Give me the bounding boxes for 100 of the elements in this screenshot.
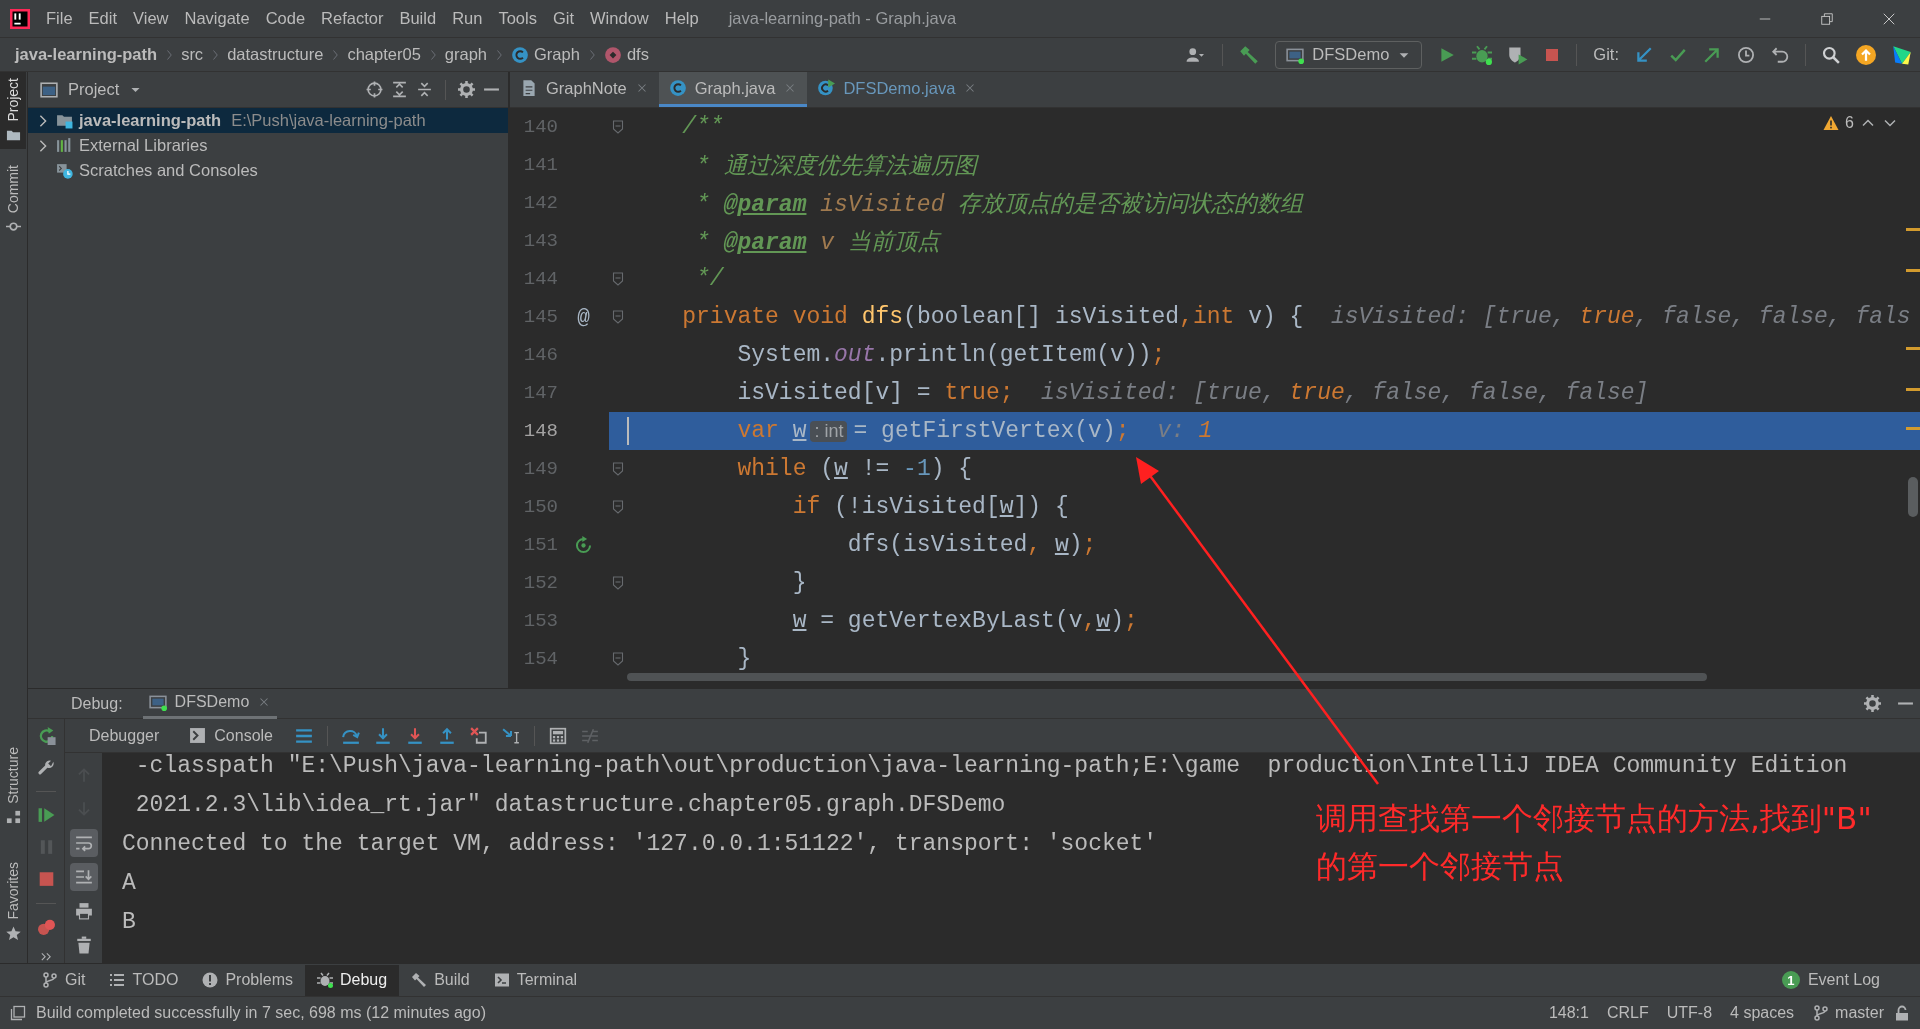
stop-icon[interactable]	[1544, 46, 1561, 63]
fold-marker-icon[interactable]	[610, 461, 626, 477]
tree-item[interactable]: Scratches and Consoles	[28, 158, 508, 183]
panel-title-dropdown[interactable]: Project	[68, 80, 143, 99]
tool-window-tab[interactable]: Project	[0, 72, 26, 149]
session-tab[interactable]: DFSDemo	[142, 688, 278, 719]
notification-count: 1	[1781, 971, 1800, 989]
close-icon[interactable]	[1882, 11, 1896, 26]
menu-item[interactable]: Code	[259, 5, 312, 32]
settings-icon[interactable]	[1864, 695, 1881, 712]
fold-marker-icon[interactable]	[610, 309, 626, 325]
tool-window-tab[interactable]: Terminal	[481, 964, 590, 996]
runnable-class-icon	[817, 79, 836, 97]
menu-item[interactable]: Git	[546, 5, 581, 32]
warning-count[interactable]: 6	[1845, 114, 1854, 132]
breadcrumb[interactable]: datastructure	[227, 43, 324, 66]
print-icon[interactable]	[74, 902, 93, 920]
breadcrumb[interactable]: chapter05	[347, 43, 421, 66]
fold-marker-icon[interactable]	[610, 271, 626, 287]
line-number: 140	[522, 116, 558, 138]
expand-all-icon[interactable]	[391, 81, 408, 98]
calculator-icon[interactable]	[549, 726, 567, 745]
collapse-all-icon[interactable]	[416, 81, 433, 98]
hammer-icon[interactable]	[1239, 44, 1260, 65]
tool-window-tab[interactable]: TODO	[97, 964, 191, 996]
branch-widget[interactable]: master	[1803, 1004, 1894, 1022]
scroll-to-end-button[interactable]	[69, 863, 98, 891]
editor-tab[interactable]: GraphNote	[510, 72, 659, 107]
breadcrumb[interactable]: Graph	[511, 43, 580, 66]
settings-icon[interactable]	[458, 81, 475, 98]
menu-item[interactable]: Run	[446, 5, 489, 32]
horizontal-scrollbar[interactable]	[627, 673, 1707, 681]
fold-marker-icon[interactable]	[610, 119, 626, 135]
menu-item[interactable]: Help	[658, 5, 705, 32]
editor-tab[interactable]: Graph.java	[658, 72, 808, 107]
tool-window-tab[interactable]: Favorites	[0, 856, 26, 947]
tool-window-tab[interactable]: Build	[399, 964, 482, 996]
breadcrumb[interactable]: java-learning-path	[15, 43, 158, 66]
debug-icon[interactable]	[1472, 44, 1493, 65]
menu-item[interactable]: View	[127, 5, 175, 32]
menu-item[interactable]: Tools	[492, 5, 543, 32]
status-item[interactable]: CRLF	[1597, 1004, 1658, 1022]
soft-wrap-icon[interactable]	[74, 834, 93, 852]
status-icon[interactable]	[10, 1005, 26, 1021]
restore-icon[interactable]	[1820, 11, 1834, 26]
lock-icon[interactable]	[1894, 1005, 1910, 1021]
history-clock-icon[interactable]	[1737, 45, 1755, 64]
line-number: 152	[522, 572, 558, 594]
frames-list-icon[interactable]	[295, 726, 313, 745]
force-step-into-icon[interactable]	[406, 726, 424, 745]
breadcrumb[interactable]: graph	[444, 43, 488, 66]
view-tab[interactable]: Debugger	[81, 724, 168, 747]
menu-item[interactable]: Build	[393, 5, 443, 32]
tree-item[interactable]: External Libraries	[28, 133, 508, 158]
step-into-icon[interactable]	[374, 726, 392, 745]
status-item[interactable]: UTF-8	[1657, 1004, 1722, 1022]
gutter-marker[interactable]: @	[577, 305, 590, 329]
soft-wrap-button[interactable]	[69, 829, 98, 857]
drop-frame-icon[interactable]	[470, 726, 488, 745]
menu-item[interactable]: File	[40, 5, 79, 32]
editor-tab[interactable]: DFSDemo.java	[807, 72, 988, 107]
tool-window-tab[interactable]: Debug	[304, 964, 400, 996]
rollback-icon[interactable]	[1771, 45, 1789, 64]
menu-item[interactable]: Window	[584, 5, 655, 32]
tool-window-tab[interactable]: Problems	[190, 964, 305, 996]
run-to-cursor-icon[interactable]	[502, 726, 520, 745]
status-item[interactable]: 4 spaces	[1721, 1004, 1804, 1022]
event-log-button[interactable]: Event Log	[1807, 971, 1880, 989]
fold-marker-icon[interactable]	[610, 651, 626, 667]
menu-item[interactable]: Edit	[82, 5, 124, 32]
breadcrumb[interactable]: dfs	[603, 43, 649, 66]
trace-icon[interactable]	[581, 726, 599, 745]
search-icon[interactable]	[1822, 45, 1840, 64]
update-badge-icon[interactable]	[1856, 44, 1876, 65]
breadcrumb[interactable]: src	[181, 43, 204, 66]
resume-icon[interactable]	[36, 806, 56, 825]
trash-icon[interactable]	[74, 936, 93, 954]
scroll-to-end-icon[interactable]	[74, 868, 93, 886]
run-configuration-dropdown[interactable]: DFSDemo	[1275, 40, 1423, 69]
fold-marker-icon[interactable]	[610, 499, 626, 515]
scroll-thumb[interactable]	[1908, 477, 1918, 517]
view-tab[interactable]: Console	[181, 724, 281, 747]
tree-item[interactable]: java-learning-path E:\Push\java-learning-path	[28, 108, 508, 133]
code-line: /**	[682, 114, 724, 140]
recursive-call-icon[interactable]	[574, 535, 593, 555]
locate-icon[interactable]	[366, 81, 383, 98]
menu-item[interactable]: Navigate	[178, 5, 256, 32]
app-logo-icon[interactable]	[10, 8, 30, 29]
tool-window-tab[interactable]: Commit	[0, 158, 26, 240]
tool-window-tab[interactable]: Structure	[0, 740, 26, 831]
tool-window-tab[interactable]: Git	[30, 964, 98, 996]
update-arrow-icon[interactable]	[1635, 45, 1653, 64]
menu-item[interactable]: Refactor	[315, 5, 390, 32]
status-item[interactable]: 148:1	[1539, 1004, 1598, 1022]
push-arrow-icon[interactable]	[1703, 45, 1721, 64]
breakpoints-icon[interactable]	[36, 917, 56, 936]
fold-marker-icon[interactable]	[610, 575, 626, 591]
step-out-icon[interactable]	[438, 726, 456, 745]
warning-icon[interactable]	[1823, 115, 1840, 131]
toolbox-logo-icon[interactable]	[1892, 44, 1912, 65]
